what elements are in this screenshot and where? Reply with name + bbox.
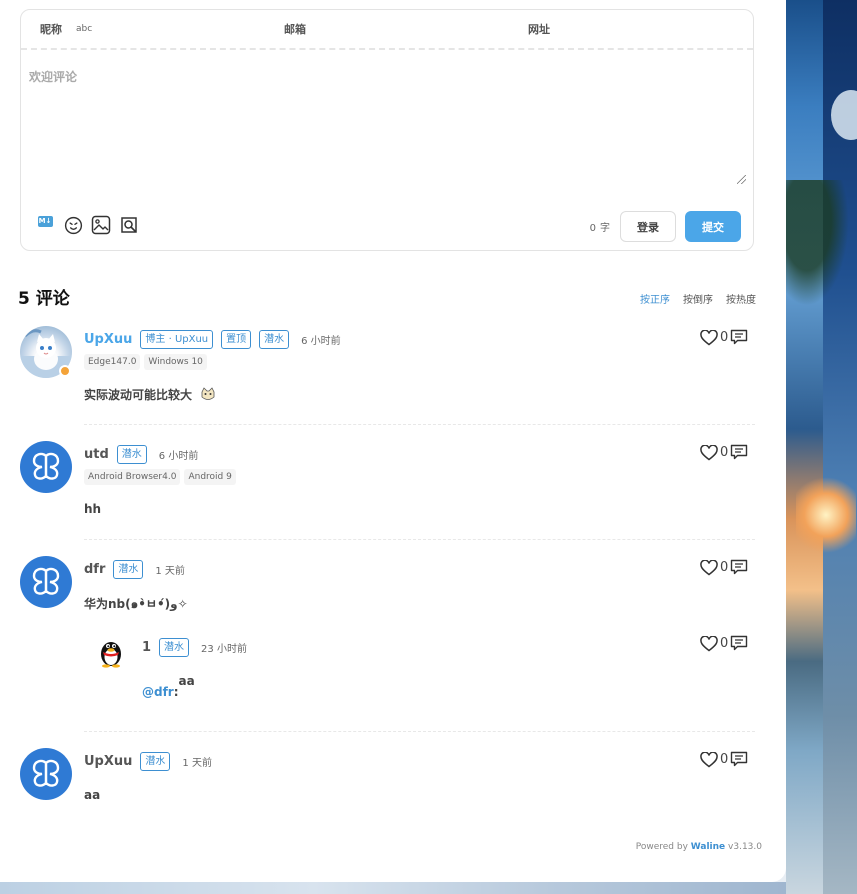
like-group: 0 — [700, 329, 748, 346]
os-badge: Android 9 — [184, 469, 236, 485]
os-badge: Windows 10 — [144, 354, 207, 370]
login-button[interactable]: 登录 — [620, 211, 676, 242]
comment-nick[interactable]: dfr — [84, 562, 105, 577]
level-tag: 潜水 — [116, 445, 147, 464]
editor-toolbar: M↓ — [35, 215, 139, 235]
comment-divider — [84, 424, 755, 425]
editor-actions: 0字 登录 提交 — [590, 211, 741, 242]
comment-content: 华为nb(๑•̀ㅂ•́)و✧ — [84, 597, 188, 611]
email-label: 邮箱 — [284, 23, 306, 36]
powered-prefix: Powered by — [635, 842, 688, 852]
user-agent-badges: Edge147.0 Windows 10 — [84, 354, 207, 370]
comment-content: aa — [84, 788, 101, 802]
comment-count-title: 5 评论 — [18, 289, 70, 309]
comment-nick[interactable]: UpXuu — [84, 332, 132, 347]
reply-time: 23 小时前 — [201, 644, 247, 655]
heart-icon[interactable] — [700, 329, 718, 346]
like-count: 0 — [720, 636, 729, 651]
like-count: 0 — [720, 445, 729, 460]
heart-icon[interactable] — [700, 559, 718, 576]
comment-divider — [84, 731, 755, 732]
mention-link[interactable]: @dfr — [142, 685, 174, 699]
like-count: 0 — [720, 330, 729, 345]
comment-editor: 昵称 abc 邮箱 网址 欢迎评论 M↓ 0字 登录 提交 — [20, 9, 754, 251]
reply-icon[interactable] — [730, 329, 748, 346]
comment-nick[interactable]: utd — [84, 447, 109, 462]
comment-time: 6 小时前 — [158, 451, 199, 462]
comment-time: 6 小时前 — [301, 336, 341, 347]
reply-content: @dfr:aa — [142, 674, 195, 699]
browser-badge: Edge147.0 — [84, 354, 141, 370]
like-group: 0 — [700, 751, 748, 768]
submit-button[interactable]: 提交 — [685, 211, 741, 242]
admin-badge-icon — [59, 365, 71, 377]
reply-nick[interactable]: 1 — [142, 640, 151, 655]
reply-head: 1 潜水 23 小时前 — [142, 638, 247, 657]
background-strip — [0, 882, 786, 894]
comment-divider — [84, 539, 755, 540]
sort-asc[interactable]: 按正序 — [640, 291, 670, 306]
comment-head: UpXuu 潜水 1 天前 — [84, 752, 212, 771]
reply-item: 1 潜水 23 小时前 @dfr:aa 0 — [0, 630, 786, 720]
level-tag: 潜水 — [159, 638, 190, 657]
emoji-icon[interactable] — [63, 215, 83, 235]
heart-icon[interactable] — [700, 635, 718, 652]
mention-separator: : — [173, 685, 179, 699]
comment-textarea[interactable]: 欢迎评论 — [29, 68, 77, 85]
cat-emoji-icon — [200, 386, 216, 405]
markdown-icon[interactable]: M↓ — [35, 215, 55, 235]
sort-options: 按正序 按倒序 按热度 — [640, 291, 756, 306]
level-tag: 潜水 — [113, 560, 144, 579]
sort-hot[interactable]: 按热度 — [726, 291, 756, 306]
image-upload-icon[interactable] — [91, 215, 111, 235]
comment-content: hh — [84, 502, 102, 516]
browser-badge: Android Browser4.0 — [84, 469, 181, 485]
comment-content: 实际波动可能比较大 — [84, 386, 216, 405]
reply-icon[interactable] — [730, 444, 748, 461]
comment-head: dfr 潜水 1 天前 — [84, 560, 185, 579]
pinned-tag: 置顶 — [221, 330, 252, 349]
waline-link[interactable]: Waline — [691, 842, 725, 852]
version-text: v3.13.0 — [728, 842, 762, 852]
background-scenery — [786, 0, 857, 894]
like-group: 0 — [700, 559, 748, 576]
email-field[interactable]: 邮箱 — [265, 21, 509, 37]
comment-head: utd 潜水 6 小时前 — [84, 445, 198, 464]
nick-field[interactable]: 昵称 abc — [21, 21, 265, 37]
butterfly-logo-avatar-icon — [20, 556, 72, 608]
resize-handle[interactable] — [737, 175, 746, 184]
reply-icon[interactable] — [730, 635, 748, 652]
like-count: 0 — [720, 752, 729, 767]
nick-label: 昵称 — [40, 23, 62, 36]
comment-panel: 昵称 abc 邮箱 网址 欢迎评论 M↓ 0字 登录 提交 5 评论 按正序 按… — [0, 0, 786, 882]
butterfly-logo-avatar-icon — [20, 748, 72, 800]
butterfly-logo-avatar-icon — [20, 441, 72, 493]
user-agent-badges: Android Browser4.0 Android 9 — [84, 469, 236, 485]
url-field[interactable]: 网址 — [509, 21, 753, 37]
meta-inputs-row: 昵称 abc 邮箱 网址 — [21, 10, 753, 50]
reply-text: aa — [178, 674, 195, 688]
reply-icon[interactable] — [730, 751, 748, 768]
qq-penguin-avatar-icon — [94, 634, 128, 668]
word-count: 0字 — [589, 223, 610, 234]
like-group: 0 — [700, 444, 748, 461]
author-tag: 博主 · UpXuu — [140, 330, 214, 349]
preview-icon[interactable] — [119, 215, 139, 235]
sort-desc[interactable]: 按倒序 — [683, 291, 713, 306]
reply-icon[interactable] — [730, 559, 748, 576]
comment-time: 1 天前 — [182, 758, 212, 769]
like-count: 0 — [720, 560, 729, 575]
comment-time: 1 天前 — [155, 566, 185, 577]
heart-icon[interactable] — [700, 444, 718, 461]
comment-nick[interactable]: UpXuu — [84, 754, 132, 769]
level-tag: 潜水 — [140, 752, 171, 771]
heart-icon[interactable] — [700, 751, 718, 768]
comment-head: UpXuu 博主 · UpXuu 置顶 潜水 6 小时前 — [84, 330, 341, 349]
level-tag: 潜水 — [259, 330, 290, 349]
url-label: 网址 — [528, 23, 550, 36]
nick-input[interactable]: abc — [76, 24, 92, 34]
like-group: 0 — [700, 635, 748, 652]
powered-by: Powered by Waline v3.13.0 — [636, 842, 762, 852]
